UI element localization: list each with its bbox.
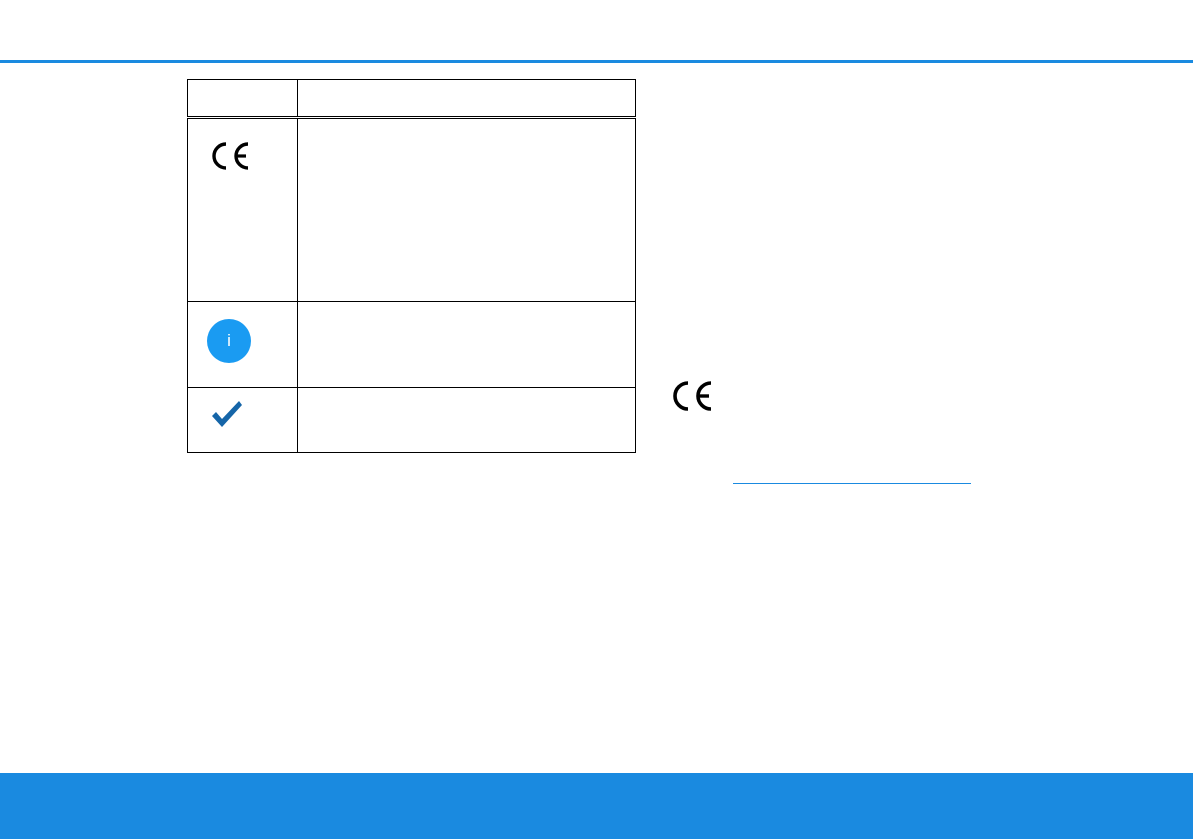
check-icon (212, 401, 242, 427)
table-header-row (187, 79, 636, 119)
symbol-cell (187, 387, 298, 453)
info-icon: i (207, 319, 251, 363)
description-cell (297, 301, 636, 388)
description-cell (297, 117, 636, 302)
symbol-table: i (187, 79, 636, 453)
symbol-cell: i (187, 301, 298, 388)
header-description (297, 79, 636, 119)
description-cell (297, 387, 636, 453)
symbol-cell (187, 117, 298, 302)
header-symbol (187, 79, 298, 119)
ce-mark-icon (212, 142, 249, 170)
table-row: i (187, 301, 636, 388)
header-rule (0, 60, 1193, 63)
table-row (187, 117, 636, 302)
conformity-link[interactable] (733, 463, 971, 484)
footer-bar (0, 773, 1193, 839)
table-row (187, 387, 636, 453)
ce-mark-icon (673, 381, 712, 411)
